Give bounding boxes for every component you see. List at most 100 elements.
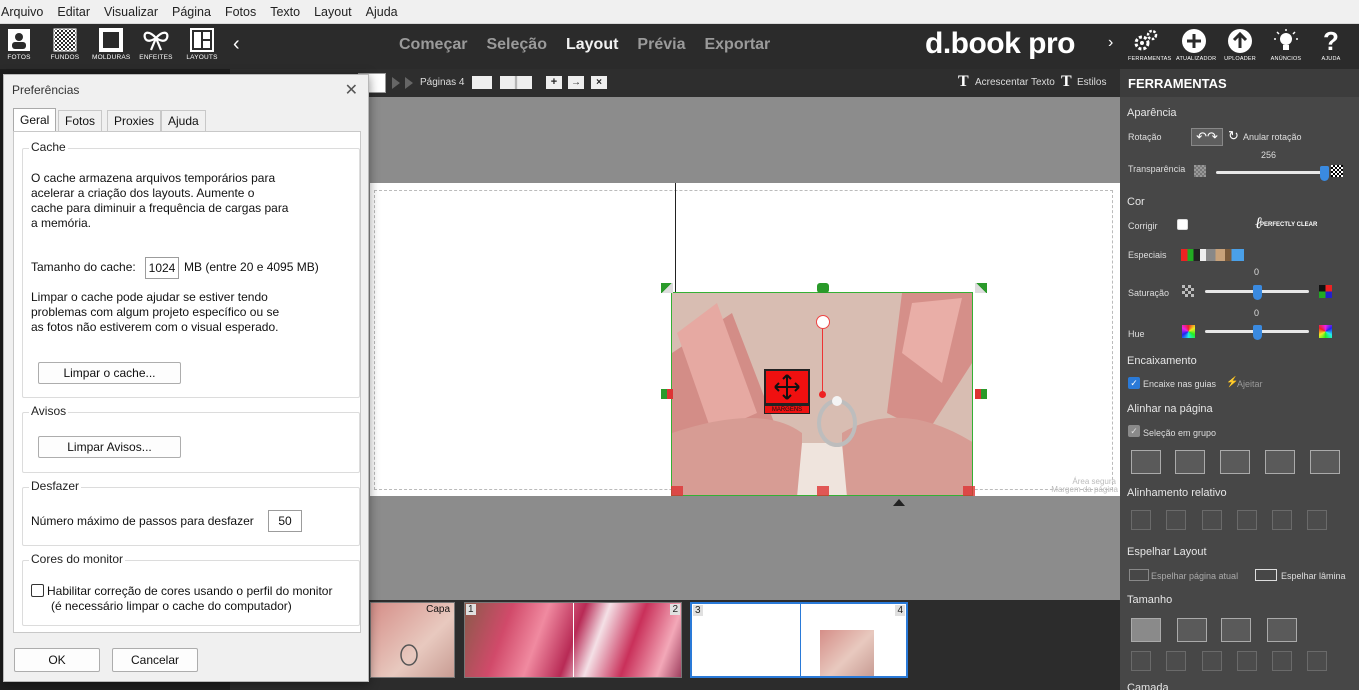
handle-bottom-center[interactable] bbox=[817, 486, 829, 496]
step-selecao[interactable]: Seleção bbox=[486, 36, 546, 54]
next-page-icon[interactable] bbox=[405, 77, 413, 89]
prev-page-icon[interactable] bbox=[392, 77, 400, 89]
styles-icon[interactable]: T bbox=[1061, 73, 1072, 91]
handle-right-center[interactable] bbox=[975, 389, 987, 399]
cache-size-input[interactable]: 1024 bbox=[145, 257, 179, 279]
size-fit-page-button[interactable] bbox=[1221, 618, 1251, 642]
handle-top-right[interactable] bbox=[975, 283, 987, 293]
clear-warnings-button[interactable]: Limpar Avisos... bbox=[38, 436, 181, 458]
size-fit-width-button[interactable] bbox=[1267, 618, 1297, 642]
page-indicator-icon[interactable] bbox=[893, 499, 905, 506]
add-text-icon[interactable]: T bbox=[958, 73, 969, 91]
menu-arquivo[interactable]: Arquivo bbox=[0, 0, 50, 24]
menu-texto[interactable]: Texto bbox=[263, 0, 307, 24]
size-opt-2[interactable] bbox=[1166, 651, 1186, 671]
tool-ornaments[interactable]: ENFEITES bbox=[137, 28, 175, 61]
align-distribute-h-button[interactable] bbox=[1310, 450, 1340, 474]
size-opt-1[interactable] bbox=[1131, 651, 1151, 671]
handle-top-center[interactable] bbox=[817, 283, 829, 293]
size-fill-button[interactable] bbox=[1131, 618, 1161, 642]
size-fit-height-button[interactable] bbox=[1177, 618, 1207, 642]
thumb-spread-1-2[interactable]: 1 2 bbox=[464, 602, 682, 678]
move-page-icon[interactable]: → bbox=[568, 76, 584, 89]
align-distribute-v-button[interactable] bbox=[1265, 450, 1295, 474]
handle-top-left[interactable] bbox=[661, 283, 673, 293]
close-icon[interactable]: ✕ bbox=[345, 80, 358, 100]
handle-left-center[interactable] bbox=[661, 389, 673, 399]
cancel-button[interactable]: Cancelar bbox=[112, 648, 198, 672]
tool-atualizador[interactable]: ATUALIZADOR bbox=[1176, 28, 1216, 62]
menu-editar[interactable]: Editar bbox=[50, 0, 97, 24]
step-previa[interactable]: Prévia bbox=[637, 36, 685, 54]
mirror-page-icon[interactable] bbox=[1129, 569, 1149, 581]
fix-checkbox[interactable] bbox=[1177, 219, 1188, 230]
mirror-spread-button[interactable]: Espelhar lâmina bbox=[1281, 571, 1346, 581]
single-page-icon[interactable] bbox=[472, 76, 492, 89]
hue-knob[interactable] bbox=[1252, 325, 1262, 340]
align-center-button[interactable] bbox=[1175, 450, 1205, 474]
special-effects-swatches[interactable] bbox=[1181, 249, 1244, 261]
menu-ajuda[interactable]: Ajuda bbox=[359, 0, 405, 24]
align-center-h-button[interactable] bbox=[1131, 450, 1161, 474]
adjust-label[interactable]: Ajeitar bbox=[1237, 379, 1263, 389]
undo-rotation-icon[interactable]: ↻ bbox=[1228, 128, 1239, 144]
menu-visualizar[interactable]: Visualizar bbox=[97, 0, 165, 24]
snap-guides-checkbox[interactable]: ✓ bbox=[1128, 377, 1140, 389]
group-selection-checkbox[interactable]: ✓ bbox=[1128, 425, 1140, 437]
rel-align-center-button[interactable] bbox=[1166, 510, 1186, 530]
tool-frames[interactable]: MOLDURAS bbox=[92, 28, 130, 61]
undo-rotation-button[interactable]: Anular rotação bbox=[1243, 132, 1302, 142]
add-page-icon[interactable]: + bbox=[546, 76, 562, 89]
rel-align-bottom-button[interactable] bbox=[1307, 510, 1327, 530]
size-opt-3[interactable] bbox=[1202, 651, 1222, 671]
tab-proxies[interactable]: Proxies bbox=[107, 110, 162, 131]
tab-fotos[interactable]: Fotos bbox=[58, 110, 103, 131]
monitor-checkbox-label-1[interactable]: Habilitar correção de cores usando o per… bbox=[47, 584, 332, 599]
tool-photos[interactable]: FOTOS bbox=[0, 28, 38, 61]
step-exportar[interactable]: Exportar bbox=[704, 36, 770, 54]
transparency-knob[interactable] bbox=[1319, 166, 1329, 181]
menu-layout[interactable]: Layout bbox=[307, 0, 359, 24]
step-comecar[interactable]: Começar bbox=[399, 36, 467, 54]
size-opt-4[interactable] bbox=[1237, 651, 1257, 671]
step-layout[interactable]: Layout bbox=[566, 36, 618, 54]
mirror-page-button[interactable]: Espelhar página atual bbox=[1151, 571, 1238, 581]
perfectly-clear-logo[interactable]: PERFECTLY CLEAR bbox=[1260, 222, 1317, 228]
spread-icon[interactable] bbox=[500, 76, 532, 89]
monitor-profile-checkbox[interactable] bbox=[31, 584, 44, 597]
size-opt-6[interactable] bbox=[1307, 651, 1327, 671]
tab-geral[interactable]: Geral bbox=[13, 108, 57, 131]
transparency-slider[interactable] bbox=[1216, 171, 1324, 174]
ok-button[interactable]: OK bbox=[14, 648, 100, 672]
handle-bottom-right[interactable] bbox=[963, 486, 975, 496]
styles-button[interactable]: Estilos bbox=[1077, 77, 1106, 88]
thumb-cover[interactable]: Capa bbox=[370, 602, 455, 678]
rel-align-middle-button[interactable] bbox=[1272, 510, 1292, 530]
collapse-chevron-icon[interactable]: ‹ bbox=[233, 33, 240, 56]
delete-page-icon[interactable]: × bbox=[591, 76, 607, 89]
tool-ferramentas[interactable]: FERRAMENTAS bbox=[1128, 28, 1171, 62]
clear-cache-button[interactable]: Limpar o cache... bbox=[38, 362, 181, 384]
tool-layouts[interactable]: LAYOUTS bbox=[183, 28, 221, 61]
rel-align-top-button[interactable] bbox=[1237, 510, 1257, 530]
tool-ajuda[interactable]: ? AJUDA bbox=[1313, 28, 1349, 62]
rotation-handle[interactable] bbox=[816, 315, 830, 329]
tab-ajuda[interactable]: Ajuda bbox=[161, 110, 206, 131]
menu-pagina[interactable]: Página bbox=[165, 0, 218, 24]
add-text-button[interactable]: Acrescentar Texto bbox=[975, 77, 1055, 88]
handle-bottom-left[interactable] bbox=[671, 486, 683, 496]
tool-backgrounds[interactable]: FUNDOS bbox=[46, 28, 84, 61]
mirror-spread-icon[interactable] bbox=[1255, 569, 1277, 581]
rel-align-right-button[interactable] bbox=[1202, 510, 1222, 530]
rel-align-left-button[interactable] bbox=[1131, 510, 1151, 530]
align-center-v-button[interactable] bbox=[1220, 450, 1250, 474]
rotate-buttons[interactable]: ↶↷ bbox=[1191, 128, 1223, 146]
menu-fotos[interactable]: Fotos bbox=[218, 0, 263, 24]
undo-steps-input[interactable]: 50 bbox=[268, 510, 302, 532]
tool-anuncios[interactable]: ANÚNCIOS bbox=[1268, 28, 1304, 62]
saturation-knob[interactable] bbox=[1252, 285, 1262, 300]
move-handle[interactable] bbox=[764, 369, 810, 405]
logo-chevron-icon[interactable]: › bbox=[1108, 34, 1113, 52]
tool-uploader[interactable]: UPLOADER bbox=[1222, 28, 1258, 62]
thumb-spread-3-4[interactable]: 3 4 bbox=[690, 602, 908, 678]
